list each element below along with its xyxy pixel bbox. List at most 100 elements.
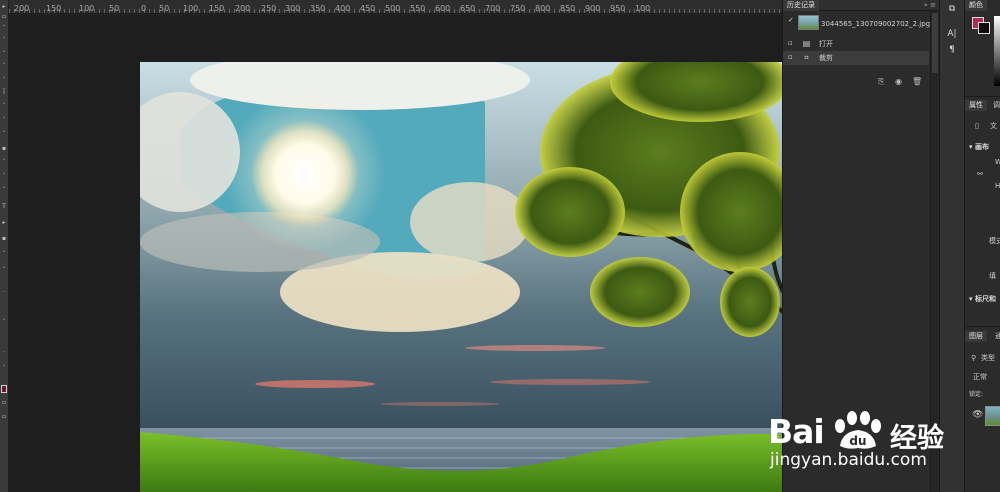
ruler-label: 450 (360, 4, 376, 13)
blur-tool-icon[interactable]: ˇ (1, 160, 7, 166)
camera-icon[interactable]: ◉ (895, 77, 902, 86)
history-brush-source-icon[interactable]: ✓ (788, 17, 795, 24)
search-icon[interactable]: ⚲ (971, 354, 976, 363)
canvas-image[interactable] (140, 62, 783, 492)
ruler-label: 100 (79, 4, 95, 13)
quick-mask-icon[interactable]: ▫ (1, 400, 7, 406)
swap-colors-icon[interactable]: ˇ (1, 366, 7, 372)
ruler-label: 150 (46, 4, 62, 13)
eye-icon[interactable]: 👁 (972, 411, 983, 420)
default-colors-icon[interactable]: · (1, 350, 7, 356)
history-item-crop[interactable]: ▫ ⌗ 裁剪 (783, 51, 929, 65)
document-icon: ▯ (975, 122, 979, 130)
baidu-logo-text: Bai (768, 412, 825, 451)
ruler-label: 550 (410, 4, 426, 13)
marquee-tool-icon[interactable]: ▫ (1, 14, 7, 20)
shape-tool-icon[interactable]: ▪ (1, 236, 7, 242)
tab-adjustments[interactable]: 调 (993, 101, 1000, 110)
color-spectrum-slider[interactable] (994, 16, 1000, 86)
tab-layers[interactable]: 图层 (965, 331, 987, 342)
trash-icon[interactable]: 🗑 (912, 77, 922, 86)
canvas-section-label: 画布 (974, 143, 989, 151)
svg-text:du: du (849, 434, 866, 448)
history-tab[interactable]: 历史记录 (783, 0, 819, 11)
ruler-label: 350 (310, 4, 326, 13)
ruler-label: 800 (535, 4, 551, 13)
history-footer: ⎘ ◉ 🗑 (783, 76, 929, 90)
paw-logo-icon: du (835, 411, 881, 449)
snapshot-thumbnail (798, 15, 819, 30)
dodge-tool-icon[interactable]: ˇ (1, 174, 7, 180)
crop-icon: ⌗ (804, 53, 809, 62)
brush-tool-icon[interactable]: Ĭ (1, 90, 7, 96)
rulers-section-header[interactable]: ▾ 标尺和 (969, 294, 996, 304)
history-state-checkbox[interactable]: ▫ (788, 54, 795, 61)
ruler-label: 900 (585, 4, 601, 13)
more-tools-icon[interactable]: ˇ (1, 320, 7, 326)
width-label: W (995, 158, 1000, 167)
move-tool-icon[interactable]: ▸ (1, 4, 7, 10)
tab-properties[interactable]: 属性 (965, 100, 987, 111)
ruler-label: 300 (285, 4, 301, 13)
ruler-label: 600 (435, 4, 451, 13)
ruler-label: 700 (485, 4, 501, 13)
edit-toolbar-icon[interactable]: · (1, 290, 7, 296)
clone-stamp-tool-icon[interactable]: ˇ (1, 104, 7, 110)
ruler-label: 750 (510, 4, 526, 13)
link-icon[interactable]: ⚯ (977, 170, 983, 179)
document-workspace[interactable] (9, 15, 783, 492)
history-item-label: 打开 (819, 40, 833, 48)
ruler-label: 0 (141, 4, 147, 13)
history-item-open[interactable]: ▫ ▤ 打开 (783, 37, 929, 51)
ruler-label: 150 (209, 4, 225, 13)
tools-panel: ▸ ▫ ˇ ˇ ˇ ˇ ˇ Ĭ ˇ ˇ ˇ ▪ ˇ ˇ ˇ T ▸ ▪ ˇ ˇ … (0, 0, 9, 492)
ruler-label: 50 (159, 4, 170, 13)
new-document-from-state-icon[interactable]: ⎘ (878, 77, 884, 87)
ruler-label: 50 (109, 4, 120, 13)
history-state-checkbox[interactable]: ▫ (788, 40, 795, 47)
ruler-label: 200 (14, 4, 30, 13)
document-icon: ▤ (802, 39, 811, 48)
lock-label: 锁定: (969, 391, 984, 398)
layer-kind-filter[interactable]: 类型 (981, 354, 995, 363)
foreground-color-swatch[interactable] (1, 385, 7, 393)
hand-tool-icon[interactable]: ˇ (1, 252, 7, 258)
path-select-tool-icon[interactable]: ▸ (1, 220, 7, 226)
eyedropper-tool-icon[interactable]: ˇ (1, 64, 7, 70)
history-brush-tool-icon[interactable]: ˇ (1, 118, 7, 124)
quick-select-tool-icon[interactable]: ˇ (1, 38, 7, 44)
landscape-photo (140, 62, 783, 492)
tab-channels[interactable]: 通 (995, 332, 1000, 341)
paragraph-icon[interactable]: ¶ (945, 44, 959, 56)
watermark-url: jingyan.baidu.com (770, 450, 927, 470)
pen-tool-icon[interactable]: ˇ (1, 188, 7, 194)
blend-mode-select[interactable]: 正常 (973, 373, 987, 382)
screen-mode-icon[interactable]: ▫ (1, 414, 7, 420)
gradient-tool-icon[interactable]: ▪ (1, 146, 7, 152)
character-icon[interactable]: A| (945, 28, 959, 40)
history-snapshot[interactable]: ✓ 3044565_130709002702_2.jpg (783, 14, 930, 34)
tab-color[interactable]: 颜色 (965, 0, 987, 11)
panel-menu-icon[interactable]: » ≡ (924, 0, 936, 11)
layer-thumbnail[interactable] (985, 406, 1000, 426)
crop-tool-icon[interactable]: ˇ (1, 52, 7, 58)
fill-label: 填 (989, 272, 996, 280)
photoshop-window: ▸ ▫ ˇ ˇ ˇ ˇ ˇ Ĭ ˇ ˇ ˇ ▪ ˇ ˇ ˇ T ▸ ▪ ˇ ˇ … (0, 0, 1000, 492)
rulers-section-label: 标尺和 (974, 295, 996, 303)
background-color-swatch[interactable] (978, 22, 990, 34)
scrollbar-thumb[interactable] (932, 13, 938, 73)
canvas-section-header[interactable]: ▾ 画布 (969, 142, 989, 152)
ruler-label: 500 (385, 4, 401, 13)
height-label: H (995, 182, 1000, 190)
lasso-tool-icon[interactable]: ˇ (1, 26, 7, 32)
ruler-label: 200 (235, 4, 251, 13)
ruler-label: 100 (183, 4, 199, 13)
zoom-tool-icon[interactable]: ˇ (1, 268, 7, 274)
type-tool-icon[interactable]: T (1, 204, 7, 210)
ruler-label: 250 (261, 4, 277, 13)
eraser-tool-icon[interactable]: ˇ (1, 132, 7, 138)
baidu-watermark: Bai du 经验 jingyan.baidu.com (768, 411, 948, 476)
ruler-label: 650 (460, 4, 476, 13)
history-icon[interactable]: ⧉ (945, 3, 959, 15)
healing-brush-tool-icon[interactable]: ˇ (1, 78, 7, 84)
